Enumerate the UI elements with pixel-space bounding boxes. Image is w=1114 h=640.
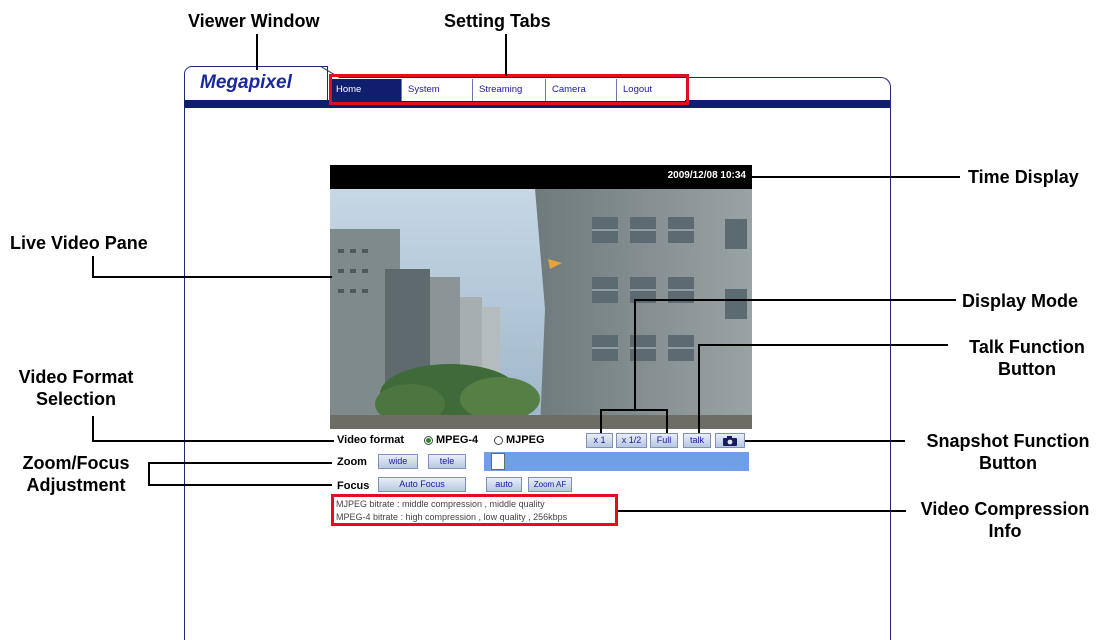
talk-leader-h bbox=[698, 344, 948, 346]
zoom-focus-callout-line1: Zoom/Focus bbox=[22, 453, 130, 473]
zoom-focus-callout-line2: Adjustment bbox=[26, 475, 126, 495]
live-video-pane-callout: Live Video Pane bbox=[10, 233, 148, 253]
time-display: 2009/12/08 10:34 bbox=[330, 165, 752, 189]
snapshot-leader bbox=[745, 440, 905, 442]
compression-info-highlight bbox=[331, 494, 618, 526]
camera-icon bbox=[723, 436, 737, 446]
video-format-callout-line2: Selection bbox=[35, 389, 117, 409]
live-video-image bbox=[330, 189, 752, 429]
setting-tabs-highlight bbox=[329, 74, 689, 105]
live-video-pane-leader-h bbox=[92, 276, 332, 278]
header-rule-corner bbox=[872, 77, 891, 102]
display-mode-leader-v1 bbox=[634, 299, 636, 411]
video-format-label: Video format bbox=[337, 434, 405, 446]
display-mode-bracket-h bbox=[600, 409, 668, 411]
live-video-pane-leader-v bbox=[92, 256, 94, 278]
talk-leader-v bbox=[698, 344, 700, 433]
compression-info-callout: Video Compression Info bbox=[902, 498, 1108, 542]
display-mode-half-button[interactable]: x 1/2 bbox=[616, 433, 647, 448]
snapshot-callout-line1: Snapshot Function bbox=[926, 431, 1090, 451]
radio-mjpeg-label: MJPEG bbox=[506, 434, 545, 446]
radio-mpeg4[interactable]: MPEG-4 bbox=[424, 434, 478, 446]
display-mode-leader-h bbox=[634, 299, 956, 301]
radio-mjpeg[interactable]: MJPEG bbox=[494, 434, 545, 446]
radio-mjpeg-button[interactable] bbox=[494, 435, 503, 445]
zoom-tele-button[interactable]: tele bbox=[428, 454, 466, 469]
talk-button[interactable]: talk bbox=[683, 433, 711, 448]
display-mode-full-button[interactable]: Full bbox=[650, 433, 678, 448]
compression-info-callout-line2: Info bbox=[988, 521, 1022, 541]
talk-function-callout: Talk Function Button bbox=[950, 336, 1104, 380]
focus-label: Focus bbox=[337, 480, 370, 492]
display-mode-bracket-l bbox=[600, 409, 602, 433]
snapshot-callout-line2: Button bbox=[979, 453, 1037, 473]
viewer-window-callout: Viewer Window bbox=[188, 11, 320, 31]
viewer-window-leader bbox=[256, 34, 258, 70]
video-format-callout: Video Format Selection bbox=[6, 366, 146, 410]
snapshot-callout: Snapshot Function Button bbox=[908, 430, 1108, 474]
zoom-af-button[interactable]: Zoom AF bbox=[528, 477, 572, 492]
video-format-callout-line1: Video Format bbox=[18, 367, 134, 387]
focus-auto-button[interactable]: auto bbox=[486, 477, 522, 492]
time-display-callout: Time Display bbox=[968, 167, 1079, 187]
zoom-wide-button[interactable]: wide bbox=[378, 454, 418, 469]
talk-function-callout-line2: Button bbox=[998, 359, 1056, 379]
time-display-leader bbox=[752, 176, 960, 178]
zoom-label: Zoom bbox=[337, 456, 367, 468]
zoom-focus-callout: Zoom/Focus Adjustment bbox=[6, 452, 146, 496]
auto-focus-button[interactable]: Auto Focus bbox=[378, 477, 466, 492]
snapshot-button[interactable] bbox=[715, 433, 745, 448]
logo: Megapixel bbox=[200, 72, 292, 93]
radio-mpeg4-button[interactable] bbox=[424, 435, 433, 445]
zoom-focus-leader-focus bbox=[148, 484, 332, 486]
timestamp: 2009/12/08 10:34 bbox=[667, 170, 746, 181]
setting-tabs-leader bbox=[505, 34, 507, 76]
live-video-pane bbox=[330, 189, 752, 429]
zoom-focus-bracket-v bbox=[148, 462, 150, 486]
video-format-leader-v bbox=[92, 416, 94, 442]
zoom-slider[interactable] bbox=[484, 452, 749, 471]
video-format-leader-h bbox=[92, 440, 334, 442]
zoom-focus-leader-zoom bbox=[148, 462, 332, 464]
setting-tabs-callout: Setting Tabs bbox=[444, 11, 551, 31]
display-mode-bracket-r bbox=[666, 409, 668, 433]
zoom-slider-thumb[interactable] bbox=[490, 453, 505, 470]
display-mode-callout: Display Mode bbox=[962, 291, 1079, 311]
compression-info-callout-line1: Video Compression bbox=[920, 499, 1090, 519]
radio-mpeg4-label: MPEG-4 bbox=[436, 434, 479, 446]
compression-leader bbox=[618, 510, 906, 512]
display-mode-x1-button[interactable]: x 1 bbox=[586, 433, 613, 448]
talk-function-callout-line1: Talk Function bbox=[969, 337, 1085, 357]
